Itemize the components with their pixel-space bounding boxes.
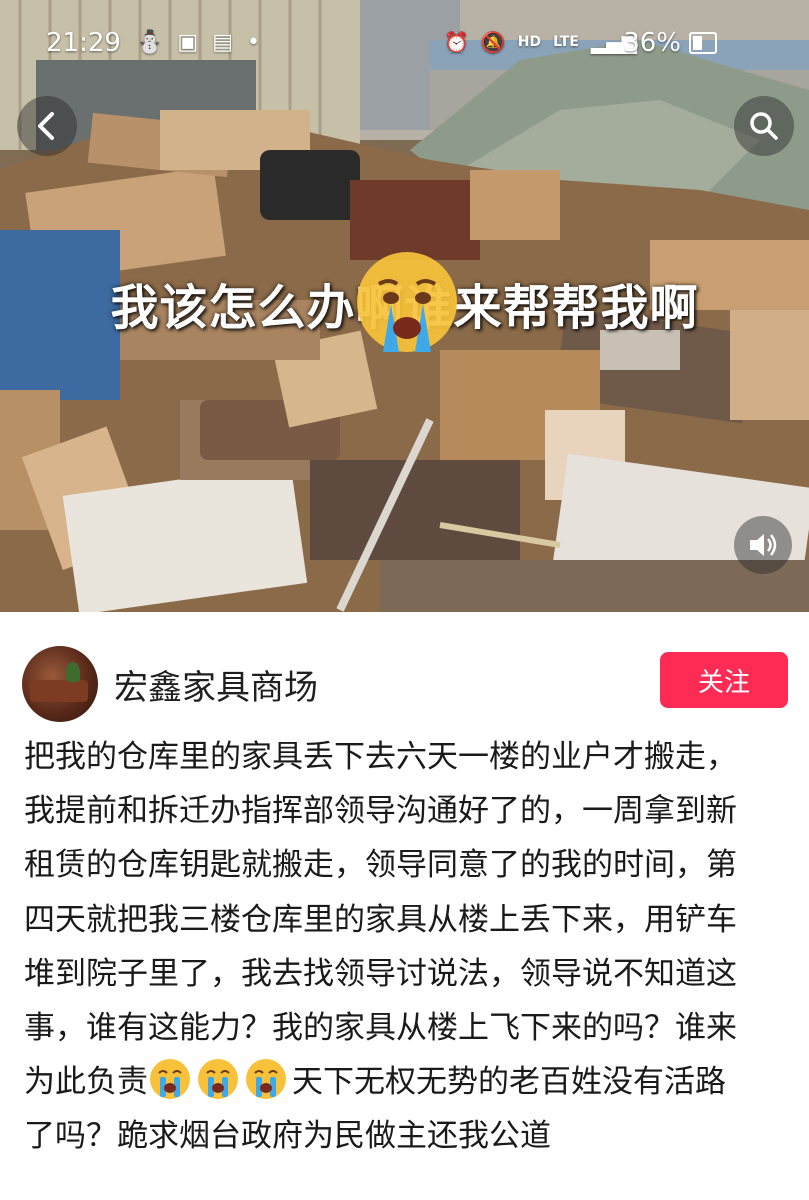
author-name[interactable]: 宏鑫家具商场 [114,660,318,709]
post-line: 租赁的仓库钥匙就搬走，领导同意了的我的时间，第 [24,847,737,884]
crying-face-emoji-icon [246,1059,286,1100]
system-status-icons: ⏰ 🔕 HD LTE ▂▄▆ [444,30,637,54]
battery-percent: 36% [623,28,681,58]
speaker-icon [750,534,777,556]
alarm-icon: ⏰ [443,30,469,54]
avatar[interactable] [22,646,98,722]
lte-label: LTE [553,34,579,50]
post-line: 四天就把我三楼仓库里的家具从楼上丢下来，用铲车 [24,901,737,938]
post-line-with-emoji: 为此负责 天下无权无势的老百姓没有活路 [24,1055,786,1109]
post-description: 把我的仓库里的家具丢下去六天一楼的业户才搬走， 我提前和拆迁办指挥部领导沟通好了… [24,730,786,1164]
back-arrow-icon [38,112,54,140]
app-notification-icon: ⛄ [136,30,164,55]
follow-button[interactable]: 关注 [660,652,788,708]
author-row: 宏鑫家具商场 关注 [0,612,809,724]
post-text-segment: 为此负责 [24,1064,148,1101]
sound-button[interactable] [734,516,792,574]
crying-face-emoji-icon [150,1059,190,1100]
post-line: 了吗？跪求烟台政府为民做主还我公道 [24,1118,551,1155]
status-time: 21:29 [46,28,121,58]
battery-icon [689,32,717,54]
more-dot-icon: • [247,30,260,55]
post-line: 堆到院子里了，我去找领导讨说法，领导说不知道这 [24,955,737,992]
avatar-sofa-shape [30,680,88,702]
document-notification-icon: ▤ [212,30,233,55]
status-bar: 21:29 ⛄ ▣ ▤ • ⏰ 🔕 HD LTE ▂▄▆ 36% [0,22,809,66]
gallery-notification-icon: ▣ [177,30,199,55]
crying-face-emoji [357,252,457,352]
post-line: 我提前和拆迁办指挥部领导沟通好了的，一周拿到新 [24,793,737,830]
avatar-plant-shape [66,662,80,682]
search-button[interactable] [734,96,794,156]
post-line: 事，谁有这能力？我的家具从楼上飞下来的吗？谁来 [24,1010,737,1047]
crying-face-emoji-icon [198,1059,238,1100]
post-text-segment: 天下无权无势的老百姓没有活路 [292,1064,726,1101]
search-icon [750,112,778,140]
post-line: 把我的仓库里的家具丢下去六天一楼的业户才搬走， [24,739,737,775]
mute-icon: 🔕 [480,30,506,54]
hd-label: HD [517,34,542,50]
back-button[interactable] [17,96,77,156]
post-media[interactable]: 21:29 ⛄ ▣ ▤ • ⏰ 🔕 HD LTE ▂▄▆ 36% 我该怎么办啊谁… [0,0,809,612]
notification-icons: ⛄ ▣ ▤ • [136,30,260,55]
